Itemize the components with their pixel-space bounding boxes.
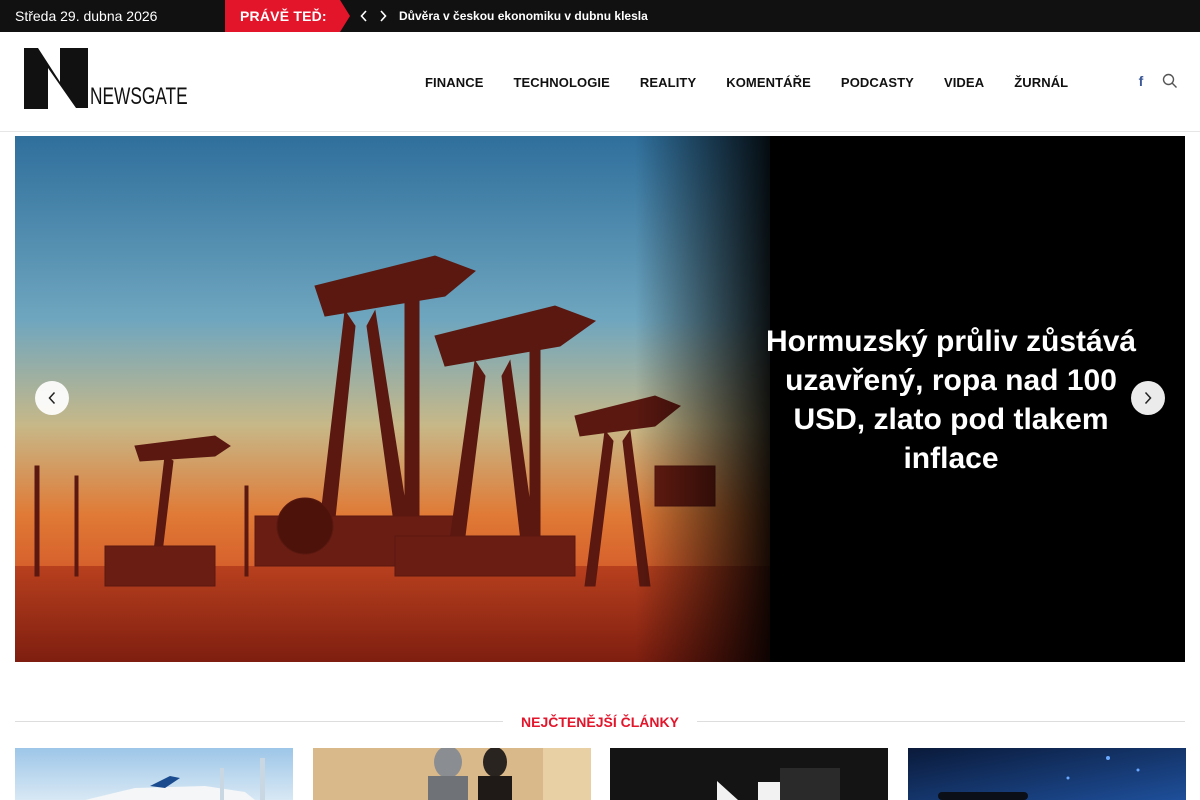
chevron-left-icon bbox=[360, 10, 367, 22]
logo-wordmark: NEWSGATE bbox=[90, 83, 188, 110]
ticker-headline-link[interactable]: Důvěra v českou ekonomiku v dubnu klesla bbox=[399, 0, 648, 32]
site-logo[interactable]: NEWSGATE bbox=[24, 48, 188, 110]
nav-item-zurnal[interactable]: ŽURNÁL bbox=[999, 75, 1083, 90]
hero-headline[interactable]: Hormuzský průliv zůstává uzavřený, ropa … bbox=[755, 322, 1147, 478]
search-button[interactable] bbox=[1162, 73, 1178, 89]
article-card[interactable] bbox=[313, 748, 591, 800]
chevron-right-icon bbox=[1144, 391, 1152, 405]
top-bar: Středa 29. dubna 2026 PRÁVĚ TEĎ: Důvěra … bbox=[0, 0, 1200, 32]
current-date: Středa 29. dubna 2026 bbox=[15, 8, 158, 24]
article-card[interactable] bbox=[908, 748, 1186, 800]
main-navigation: FINANCE TECHNOLOGIE REALITY KOMENTÁŘE PO… bbox=[410, 32, 1083, 132]
nav-item-technologie[interactable]: TECHNOLOGIE bbox=[498, 75, 624, 90]
slider-next-button[interactable] bbox=[1131, 381, 1165, 415]
hero-slider[interactable]: Hormuzský průliv zůstává uzavřený, ropa … bbox=[15, 136, 1185, 662]
nav-item-videa[interactable]: VIDEA bbox=[929, 75, 999, 90]
section-title: NEJČTENĚJŠÍ ČLÁNKY bbox=[503, 710, 697, 734]
article-thumbnail bbox=[610, 748, 888, 800]
nav-item-reality[interactable]: REALITY bbox=[625, 75, 711, 90]
article-card[interactable] bbox=[15, 748, 293, 800]
article-thumbnail bbox=[313, 748, 591, 800]
site-header: NEWSGATE FINANCE TECHNOLOGIE REALITY KOM… bbox=[0, 32, 1200, 132]
search-icon bbox=[1162, 73, 1177, 88]
slider-prev-button[interactable] bbox=[35, 381, 69, 415]
nav-item-podcasty[interactable]: PODCASTY bbox=[826, 75, 929, 90]
article-thumbnail bbox=[908, 748, 1186, 800]
article-thumbnail bbox=[15, 748, 293, 800]
breaking-now-label: PRÁVĚ TEĎ: bbox=[225, 0, 350, 32]
most-read-section-heading: NEJČTENĚJŠÍ ČLÁNKY bbox=[15, 710, 1185, 734]
article-card[interactable] bbox=[610, 748, 888, 800]
nav-item-komentare[interactable]: KOMENTÁŘE bbox=[711, 75, 826, 90]
chevron-left-icon bbox=[48, 391, 56, 405]
chevron-right-icon bbox=[380, 10, 387, 22]
ticker-prev-button[interactable] bbox=[355, 0, 373, 32]
ticker-next-button[interactable] bbox=[374, 0, 392, 32]
facebook-icon[interactable]: f bbox=[1134, 72, 1148, 90]
logo-mark-icon bbox=[24, 48, 88, 109]
nav-item-finance[interactable]: FINANCE bbox=[410, 75, 498, 90]
